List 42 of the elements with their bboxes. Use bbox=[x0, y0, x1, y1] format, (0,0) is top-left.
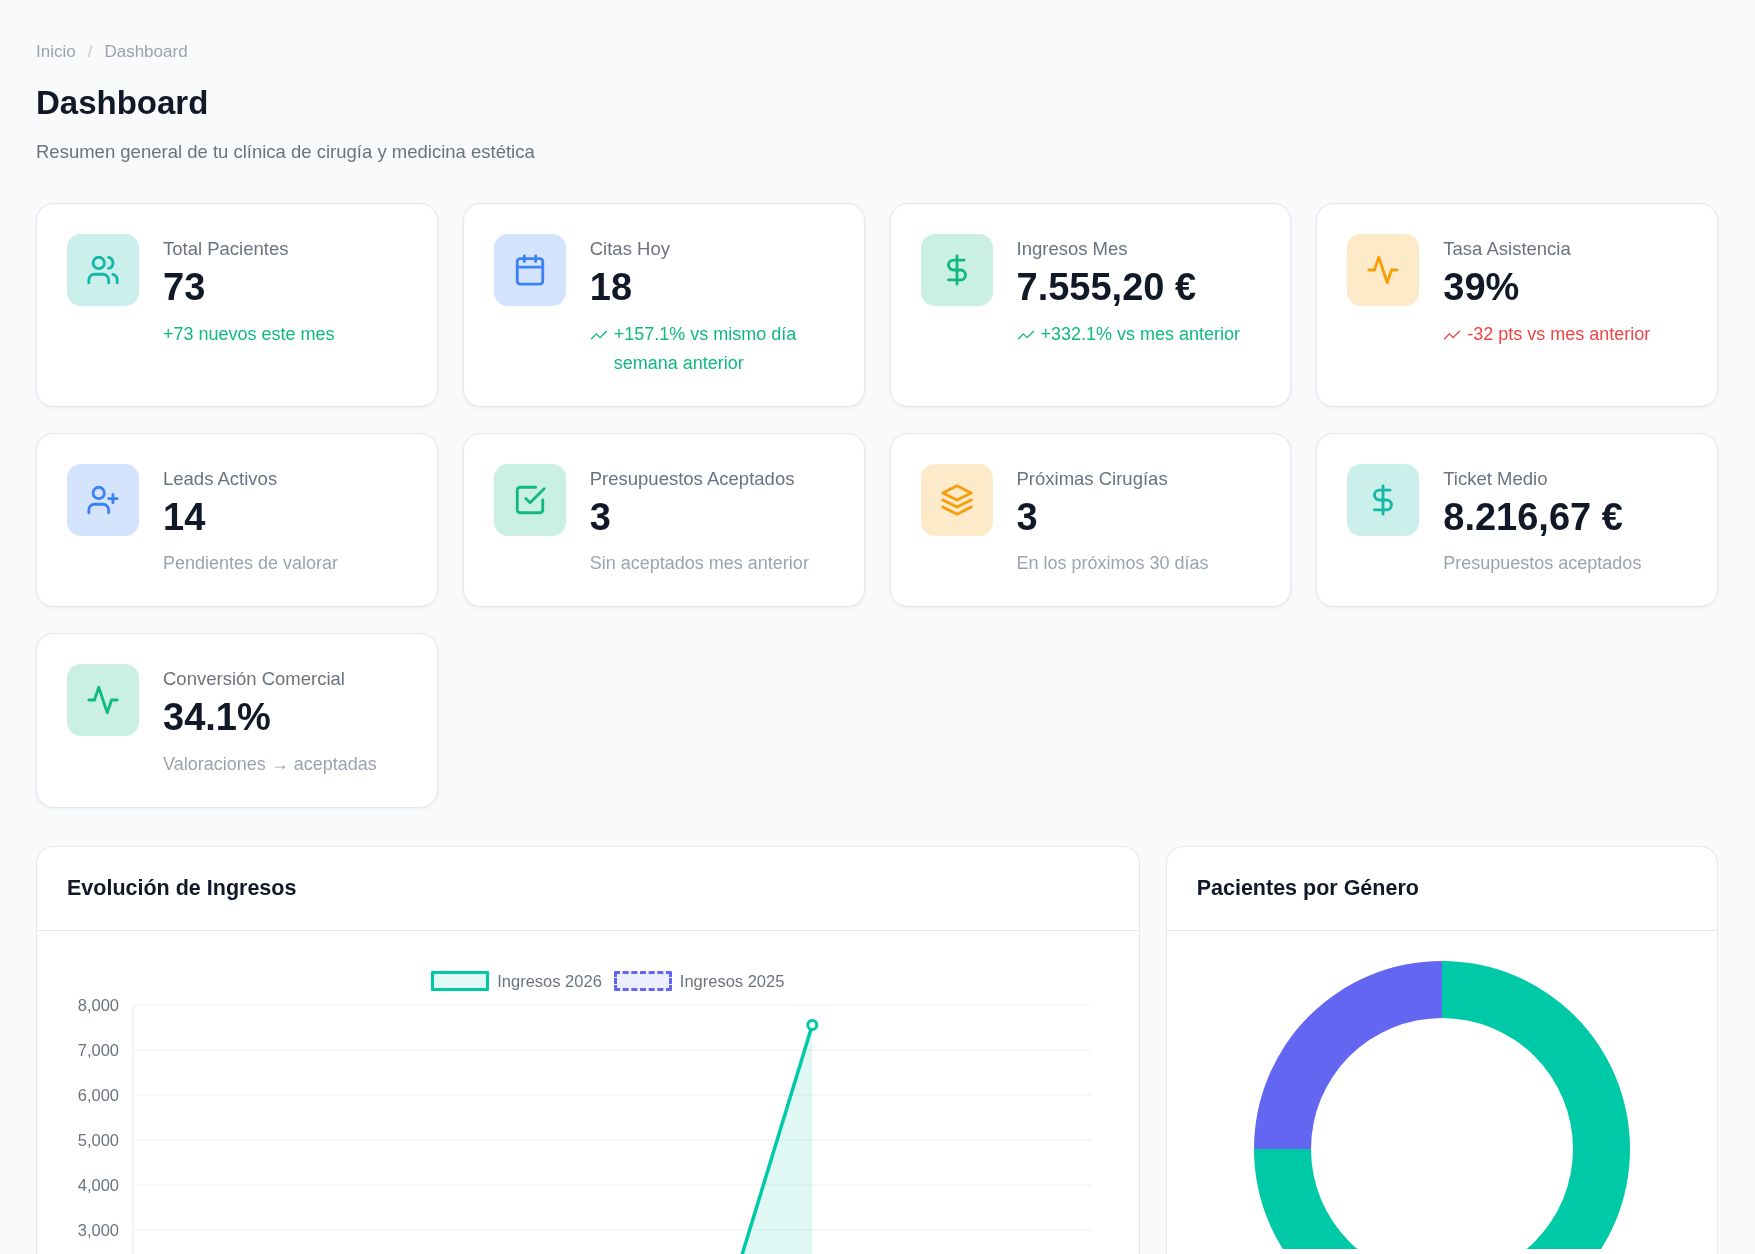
stat-note: Sin aceptados mes anterior bbox=[589, 552, 809, 576]
stat-note: -32 pts vs mes anterior bbox=[1467, 322, 1651, 346]
stat-note: +73 nuevos este mes bbox=[163, 322, 335, 346]
legend-label[interactable]: Ingresos 2026 bbox=[497, 971, 602, 991]
stat-note: +332.1% vs mes anterior bbox=[1040, 322, 1241, 346]
page-title: Dashboard bbox=[36, 84, 210, 122]
stat-note: Valoraciones → aceptadas bbox=[163, 753, 377, 777]
stat-value: 8.216,67 € bbox=[1443, 495, 1624, 540]
stat-label: Citas Hoy bbox=[589, 238, 671, 260]
breadcrumb-separator: / bbox=[87, 42, 93, 62]
stat-label: Total Pacientes bbox=[163, 238, 290, 260]
axis-tick-label: 6,000 bbox=[77, 1086, 119, 1105]
stat-value: 14 bbox=[163, 495, 207, 540]
panel-title: Evolución de Ingresos bbox=[67, 876, 297, 902]
page-subtitle: Resumen general de tu clínica de cirugía y medicina estética bbox=[36, 141, 536, 163]
stat-label: Conversión Comercial bbox=[163, 668, 346, 691]
stat-label: Ticket Medio bbox=[1443, 467, 1549, 490]
legend-label[interactable]: Ingresos 2025 bbox=[679, 971, 785, 991]
data-point bbox=[806, 1019, 819, 1032]
stat-value: 34.1% bbox=[163, 696, 272, 741]
stat-label: Ingresos Mes bbox=[1016, 238, 1129, 260]
axis-tick-label: 5,000 bbox=[77, 1131, 119, 1150]
stat-note: Presupuestos aceptados bbox=[1443, 552, 1642, 576]
stat-value: 3 bbox=[1016, 495, 1039, 540]
stat-note: Pendientes de valorar bbox=[163, 552, 339, 576]
stat-label: Presupuestos Aceptados bbox=[589, 467, 796, 490]
stat-value: 18 bbox=[589, 266, 634, 310]
stat-value: 3 bbox=[589, 495, 612, 540]
axis-tick-label: 8,000 bbox=[77, 996, 119, 1015]
stat-note: +157.1% vs mismo día semana anterior bbox=[613, 322, 798, 375]
panel-title: Pacientes por Género bbox=[1196, 876, 1419, 902]
axis-tick-label: 7,000 bbox=[77, 1041, 119, 1060]
breadcrumb-current: Dashboard bbox=[104, 42, 188, 62]
stat-label: Tasa Asistencia bbox=[1443, 238, 1572, 260]
stat-label: Próximas Cirugías bbox=[1016, 467, 1169, 490]
stat-label: Leads Activos bbox=[163, 467, 279, 490]
stat-value: 39% bbox=[1443, 266, 1521, 310]
axis-tick-label: 4,000 bbox=[77, 1176, 119, 1195]
axis-tick-label: 3,000 bbox=[77, 1221, 119, 1240]
stat-value: 7.555,20 € bbox=[1016, 266, 1198, 310]
stat-note: En los próximos 30 días bbox=[1016, 552, 1209, 576]
stat-value: 73 bbox=[163, 266, 207, 310]
